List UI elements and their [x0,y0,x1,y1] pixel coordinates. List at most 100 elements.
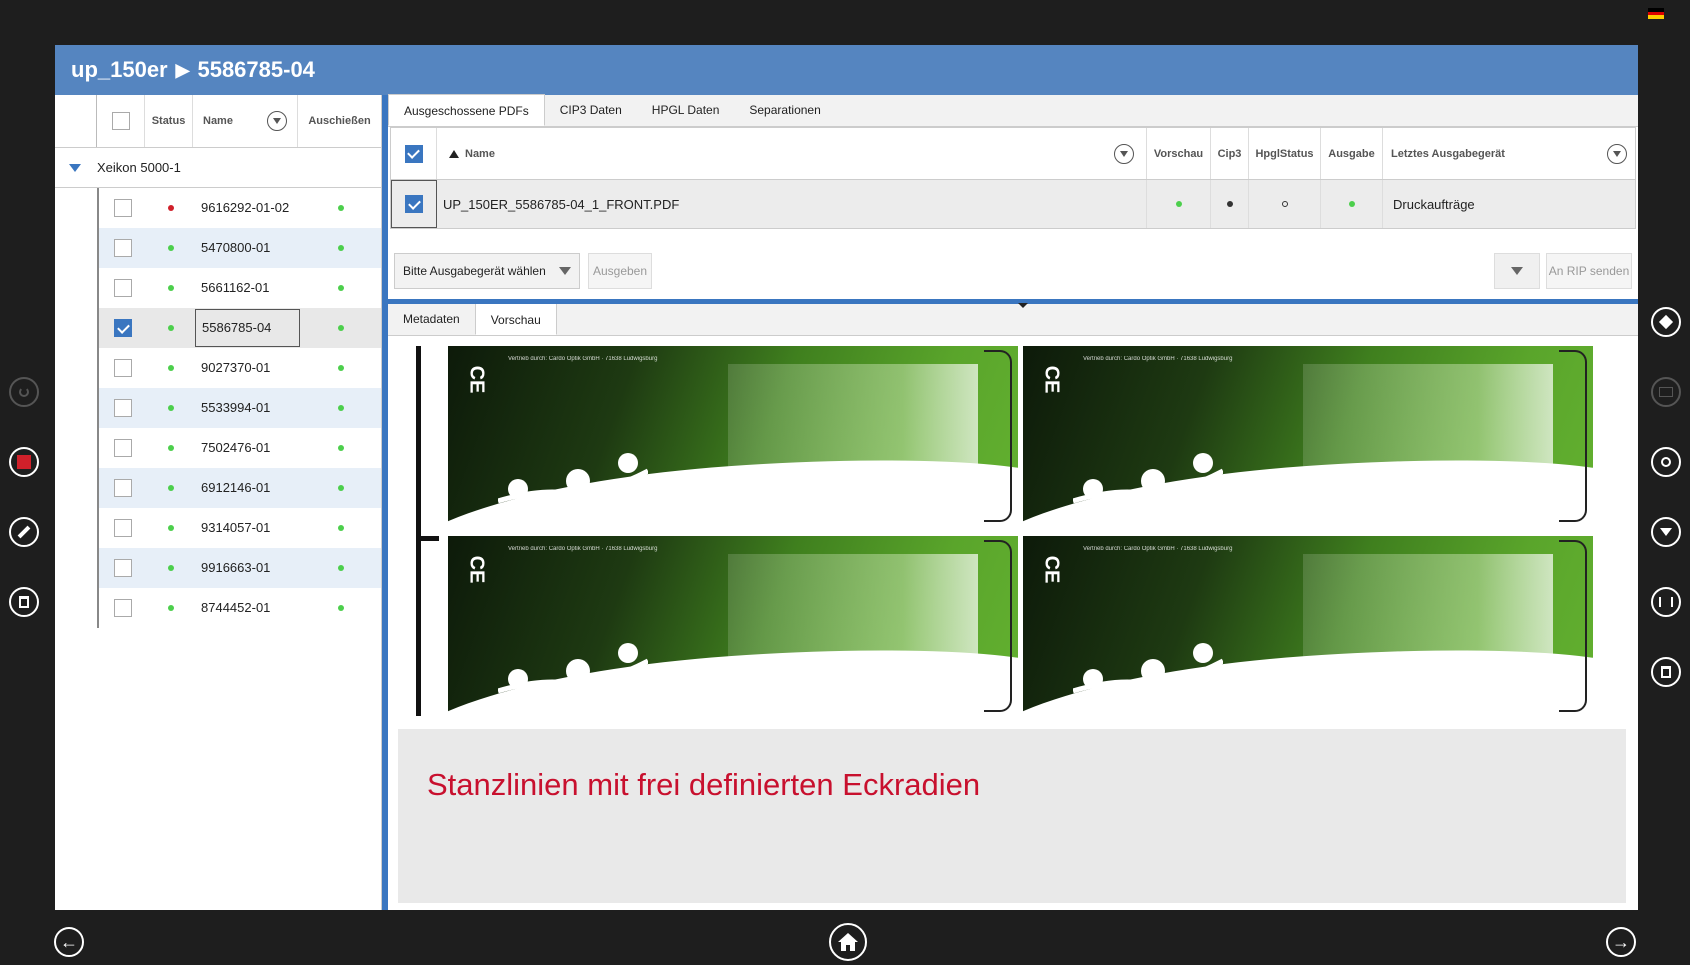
tab-cip3[interactable]: CIP3 Daten [545,94,637,126]
table-row[interactable]: 5533994-01 [99,388,381,428]
pdf-name-header[interactable]: Name [465,148,495,160]
impose-header[interactable]: Auschießen [298,115,381,127]
delete-icon[interactable] [1651,657,1681,687]
name-filter-icon[interactable] [267,111,287,131]
impose-status-dot [337,325,344,331]
status-dot [168,445,174,451]
impose-status-dot [337,405,344,411]
action-bar: Bitte Ausgabegerät wählen Ausgeben An RI… [388,247,1638,295]
title-job: 5586785-04 [197,57,315,82]
job-name: 9916663-01 [201,560,271,575]
row-checkbox[interactable] [114,399,132,417]
impose-status-dot [337,365,344,371]
table-row[interactable]: 9616292-01-02 [99,188,381,228]
table-row[interactable]: 5470800-01 [99,228,381,268]
job-name: 9616292-01-02 [201,200,290,215]
row-checkbox[interactable] [114,519,132,537]
table-row[interactable]: 9027370-01 [99,348,381,388]
search-icon[interactable] [1651,447,1681,477]
sort-ascending-icon[interactable] [449,149,459,158]
language-flag-icon[interactable] [1648,8,1664,19]
job-name: 5470800-01 [201,240,271,255]
job-rows: 9616292-01-02 5470800-01 5661162-01 5586785… [97,188,381,628]
preview-header[interactable]: Vorschau [1147,128,1211,179]
forward-arrow-icon[interactable]: → [1606,927,1636,957]
label-preview: CE Vertrieb durch: Cardo Optik GmbH · 71… [448,346,1018,531]
status-header[interactable]: Status [145,95,193,147]
status-dot [168,405,174,411]
ce-mark: CE [465,555,488,584]
job-name: 5586785-04 [195,309,300,347]
die-line [1559,540,1587,712]
last-device-filter-icon[interactable] [1607,143,1627,164]
table-row[interactable]: 8744452-01 [99,588,381,628]
row-checkbox[interactable] [114,239,132,257]
detail-panel: Ausgeschossene PDFs CIP3 Daten HPGL Date… [388,94,1638,910]
flower-graphic-icon [1073,453,1223,504]
color-fill-icon[interactable] [1651,307,1681,337]
pdf-row-checkbox[interactable] [405,195,423,213]
table-row[interactable]: 9314057-01 [99,508,381,548]
home-icon[interactable] [829,923,867,961]
last-device-header[interactable]: Letztes Ausgabegerät [1391,148,1505,160]
crop-mark [421,536,439,541]
pdf-table: Name Vorschau Cip3 HpglStatus Ausgabe Le… [390,127,1636,229]
send-to-rip-button[interactable]: An RIP senden [1546,253,1632,289]
download-icon[interactable] [1651,517,1681,547]
table-row[interactable]: 5586785-04 [99,308,381,348]
row-checkbox[interactable] [114,599,132,617]
section-splitter[interactable] [388,299,1638,308]
flower-graphic-icon [498,453,648,504]
hpgl-status-header[interactable]: HpglStatus [1249,128,1321,179]
row-checkbox[interactable] [114,319,132,337]
tab-preview[interactable]: Vorschau [474,303,557,335]
tab-hpgl[interactable]: HPGL Daten [637,94,735,126]
output-button[interactable]: Ausgeben [588,253,652,289]
tab-metadata[interactable]: Metadaten [388,303,475,335]
device-group[interactable]: Xeikon 5000-1 [55,148,381,188]
table-row[interactable]: 6912146-01 [99,468,381,508]
preview-status-dot [1175,201,1182,207]
status-dot [168,565,174,571]
impose-status-dot [337,565,344,571]
title-bar: up_150er ▶ 5586785-04 [55,45,1638,95]
row-checkbox[interactable] [114,479,132,497]
row-checkbox[interactable] [114,279,132,297]
pdf-select-all-checkbox[interactable] [404,144,423,163]
label-micro-text: Vertrieb durch: Cardo Optik GmbH · 71638… [508,356,658,362]
equalizer-icon[interactable] [1651,587,1681,617]
status-dot [168,285,174,291]
pencil-icon[interactable] [9,517,39,547]
row-checkbox[interactable] [114,559,132,577]
back-arrow-icon[interactable]: ← [54,927,84,957]
row-checkbox[interactable] [114,199,132,217]
select-all-checkbox[interactable] [111,112,130,130]
trash-icon[interactable] [9,587,39,617]
row-checkbox[interactable] [114,359,132,377]
power-icon[interactable] [9,377,39,407]
collapse-triangle-icon[interactable] [69,163,81,172]
tab-separations[interactable]: Separationen [734,94,835,126]
tab-imposed-pdfs[interactable]: Ausgeschossene PDFs [388,94,545,126]
stop-icon[interactable] [9,447,39,477]
table-row[interactable]: 7502476-01 [99,428,381,468]
label-preview: CE Vertrieb durch: Cardo Optik GmbH · 71… [1023,346,1593,531]
die-line [984,540,1012,712]
cip3-status-dot [1226,201,1233,207]
pdf-name-filter-icon[interactable] [1114,143,1134,164]
output-header[interactable]: Ausgabe [1321,128,1383,179]
row-checkbox[interactable] [114,439,132,457]
pdf-row[interactable]: UP_150ER_5586785-04_1_FRONT.PDF Druckauf… [391,180,1635,228]
table-row[interactable]: 9916663-01 [99,548,381,588]
table-row[interactable]: 5661162-01 [99,268,381,308]
imposed-sheet-preview: CE Vertrieb durch: Cardo Optik GmbH · 71… [416,346,1596,721]
hpgl-status-ring [1281,201,1288,207]
rip-options-dropdown[interactable] [1494,253,1540,289]
title-folder: up_150er [71,57,168,82]
impose-status-dot [337,525,344,531]
image-icon[interactable] [1651,377,1681,407]
label-micro-text: Vertrieb durch: Cardo Optik GmbH · 71638… [508,546,658,552]
cip3-header[interactable]: Cip3 [1211,128,1249,179]
name-header[interactable]: Name [203,115,233,127]
output-device-select[interactable]: Bitte Ausgabegerät wählen [394,253,580,289]
